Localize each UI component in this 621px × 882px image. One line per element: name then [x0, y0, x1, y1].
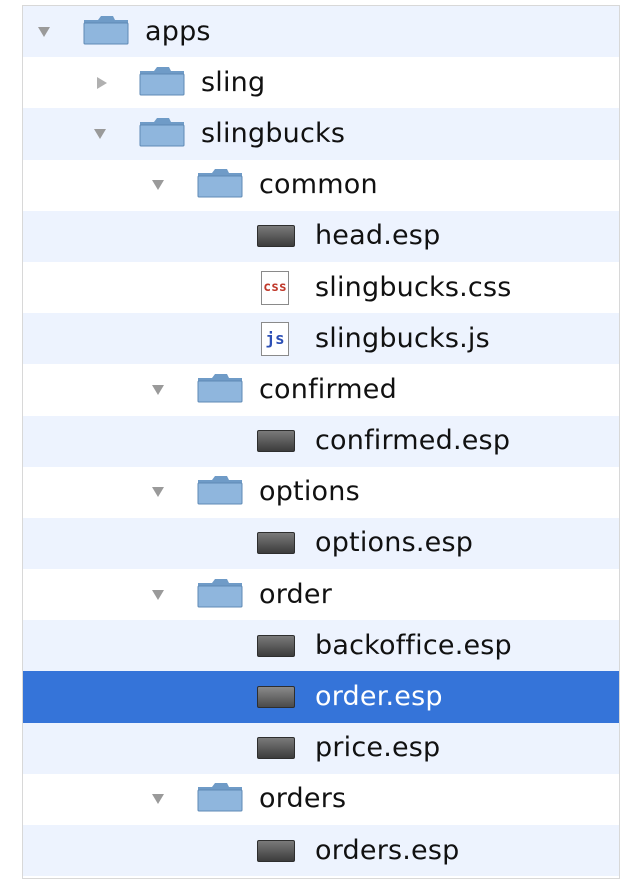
tree-row-confirmed[interactable]: confirmed: [23, 364, 619, 416]
tree-row-order-esp[interactable]: order.esp: [23, 671, 619, 723]
tree-row-label: confirmed.esp: [315, 424, 511, 456]
tree-row-options[interactable]: options: [23, 466, 619, 518]
css-file-icon: css: [261, 270, 289, 305]
tree-row-head-esp[interactable]: head.esp: [23, 210, 619, 262]
tree-row-label: price.esp: [315, 732, 441, 764]
tree-row-options-esp[interactable]: options.esp: [23, 517, 619, 570]
tree-row-label: orders.esp: [315, 834, 460, 866]
tree-row-orders[interactable]: orders: [23, 773, 619, 825]
tree-row-order[interactable]: order: [23, 569, 619, 621]
tree-row-label: order.esp: [315, 680, 443, 712]
tree-row-label: options: [259, 476, 360, 508]
tree-row-label: order: [259, 578, 332, 610]
tree-row-label: options.esp: [315, 527, 474, 559]
esp-file-icon: [257, 532, 295, 555]
tree-row-label: slingbucks.js: [315, 322, 490, 354]
esp-file-icon: [257, 839, 295, 862]
tree-row-slingbucks-css[interactable]: css slingbucks.css: [23, 261, 619, 314]
tree-row-sling[interactable]: sling: [23, 57, 619, 109]
tree-row-label: orders: [259, 783, 347, 815]
tree-row-label: slingbucks: [201, 117, 346, 149]
tree-row-orders-esp[interactable]: orders.esp: [23, 825, 619, 877]
disclosure-expanded-icon[interactable]: [151, 792, 165, 806]
folder-icon: [83, 15, 129, 49]
tree-row-backoffice-esp[interactable]: backoffice.esp: [23, 620, 619, 672]
esp-file-icon: [257, 737, 295, 760]
js-file-icon: js: [261, 321, 289, 356]
tree-row-common[interactable]: common: [23, 159, 619, 211]
esp-file-icon: [257, 225, 295, 248]
tree-row-price-esp[interactable]: price.esp: [23, 722, 619, 774]
disclosure-expanded-icon[interactable]: [151, 588, 165, 602]
tree-row-label: common: [259, 169, 378, 201]
disclosure-expanded-icon[interactable]: [151, 485, 165, 499]
tree-row-label: confirmed: [259, 373, 397, 405]
tree-row-slingbucks-js[interactable]: js slingbucks.js: [23, 313, 619, 365]
tree-row-label: sling: [201, 66, 266, 98]
disclosure-expanded-icon[interactable]: [151, 383, 165, 397]
folder-icon: [197, 373, 243, 407]
esp-file-icon: [257, 686, 295, 709]
tree-row-confirmed-esp[interactable]: confirmed.esp: [23, 415, 619, 467]
tree-row-label: slingbucks.css: [315, 271, 512, 303]
file-tree: apps sling slingbucks common head.esp cs…: [23, 6, 619, 877]
tree-row-label: backoffice.esp: [315, 629, 512, 661]
disclosure-expanded-icon[interactable]: [93, 127, 107, 141]
folder-icon: [197, 578, 243, 612]
disclosure-expanded-icon[interactable]: [37, 25, 51, 39]
tree-row-slingbucks[interactable]: slingbucks: [23, 108, 619, 160]
tree-row-label: apps: [145, 15, 211, 47]
folder-icon: [139, 117, 185, 151]
tree-row-apps[interactable]: apps: [23, 6, 619, 58]
tree-row-label: head.esp: [315, 220, 441, 252]
folder-icon: [197, 475, 243, 509]
folder-icon: [197, 782, 243, 816]
esp-file-icon: [257, 634, 295, 657]
folder-icon: [197, 168, 243, 202]
disclosure-collapsed-icon[interactable]: [95, 76, 109, 90]
file-tree-panel: apps sling slingbucks common head.esp cs…: [22, 5, 620, 879]
esp-file-icon: [257, 430, 295, 453]
folder-icon: [139, 66, 185, 100]
disclosure-expanded-icon[interactable]: [151, 178, 165, 192]
